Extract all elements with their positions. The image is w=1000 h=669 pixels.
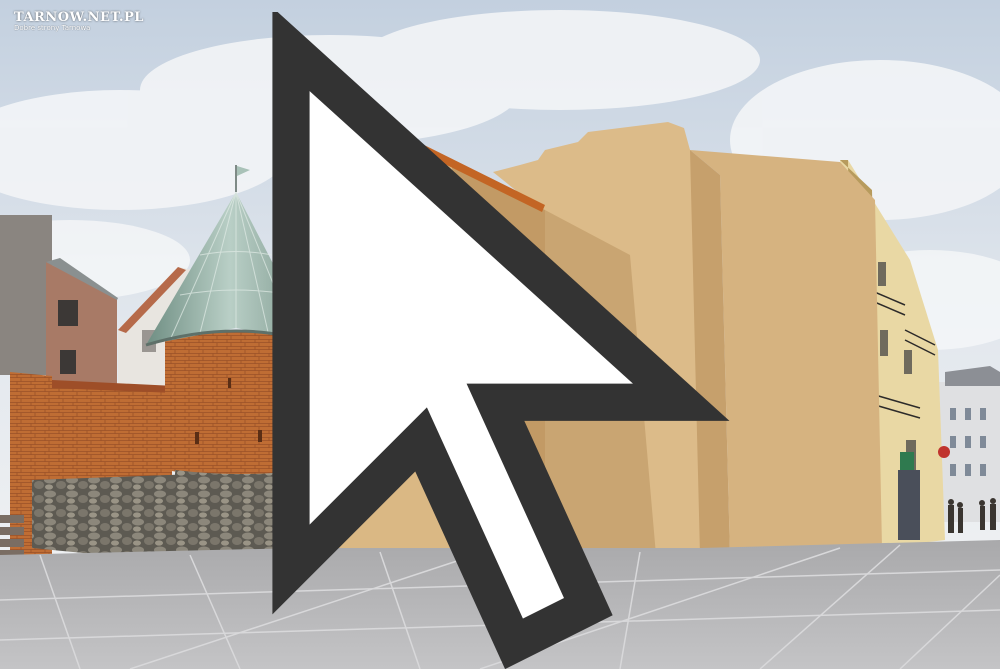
cursor-arrow-icon bbox=[272, 12, 730, 669]
watermark-logo: TARNOW.NET.PL Dobre strony Tarnowa bbox=[14, 10, 730, 669]
architectural-rendering: TARNOW.NET.PL Dobre strony Tarnowa bbox=[0, 0, 1000, 669]
